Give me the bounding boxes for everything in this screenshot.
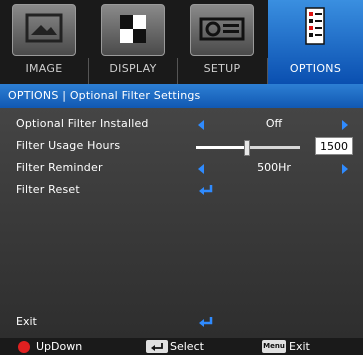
enter-icon[interactable]: [198, 316, 214, 328]
display-icon: [101, 4, 165, 56]
row-optional-filter-installed[interactable]: Optional Filter Installed Off: [0, 114, 363, 136]
arrow-left-icon[interactable]: [198, 164, 204, 174]
footer-select: Select: [170, 340, 204, 353]
row-label: Optional Filter Installed: [16, 117, 149, 130]
reminder-value: 500Hr: [257, 161, 291, 174]
tab-display[interactable]: DISPLAY: [89, 0, 177, 84]
row-filter-usage-hours[interactable]: Filter Usage Hours 1500: [0, 136, 363, 158]
footer-hints: UpDown Select Menu Exit: [0, 338, 363, 355]
row-filter-reminder[interactable]: Filter Reminder 500Hr: [0, 158, 363, 180]
row-exit[interactable]: Exit: [0, 312, 363, 334]
tab-display-label: DISPLAY: [109, 62, 157, 75]
arrow-right-icon[interactable]: [342, 120, 348, 130]
slider-knob[interactable]: [243, 140, 250, 156]
updown-icon: [18, 341, 30, 353]
arrow-left-icon[interactable]: [198, 120, 204, 130]
osd-menu: IMAGE DISPLAY SETUP OPTIONS OPTIONS | Op…: [0, 0, 363, 355]
page-title: OPTIONS | Optional Filter Settings: [8, 89, 201, 102]
row-label: Filter Reset: [16, 183, 80, 196]
image-icon: [12, 4, 76, 56]
tab-setup[interactable]: SETUP: [178, 0, 266, 84]
tab-image[interactable]: IMAGE: [0, 0, 88, 84]
tab-options[interactable]: OPTIONS: [268, 0, 363, 84]
row-label: Filter Usage Hours: [16, 139, 121, 152]
tab-bar: IMAGE DISPLAY SETUP OPTIONS: [0, 0, 363, 84]
page-title-bar: OPTIONS | Optional Filter Settings: [0, 84, 363, 108]
row-label: Filter Reminder: [16, 161, 103, 174]
tab-options-label: OPTIONS: [289, 62, 342, 75]
tab-setup-label: SETUP: [203, 62, 241, 75]
usage-hours-value: 1500: [315, 137, 353, 155]
row-filter-reset[interactable]: Filter Reset: [0, 180, 363, 202]
footer-updown: UpDown: [36, 340, 83, 353]
exit-label: Exit: [16, 315, 37, 328]
filter-installed-value: Off: [265, 117, 283, 130]
menu-key-icon: Menu: [262, 340, 286, 353]
usage-hours-slider[interactable]: [196, 140, 300, 156]
slider-fill: [196, 146, 246, 149]
footer-exit: Exit: [289, 340, 310, 353]
arrow-right-icon[interactable]: [342, 164, 348, 174]
enter-key-icon: [146, 340, 168, 353]
enter-icon[interactable]: [198, 184, 214, 196]
tab-image-label: IMAGE: [25, 62, 63, 75]
options-icon: [283, 4, 347, 56]
projector-icon: [190, 4, 254, 56]
